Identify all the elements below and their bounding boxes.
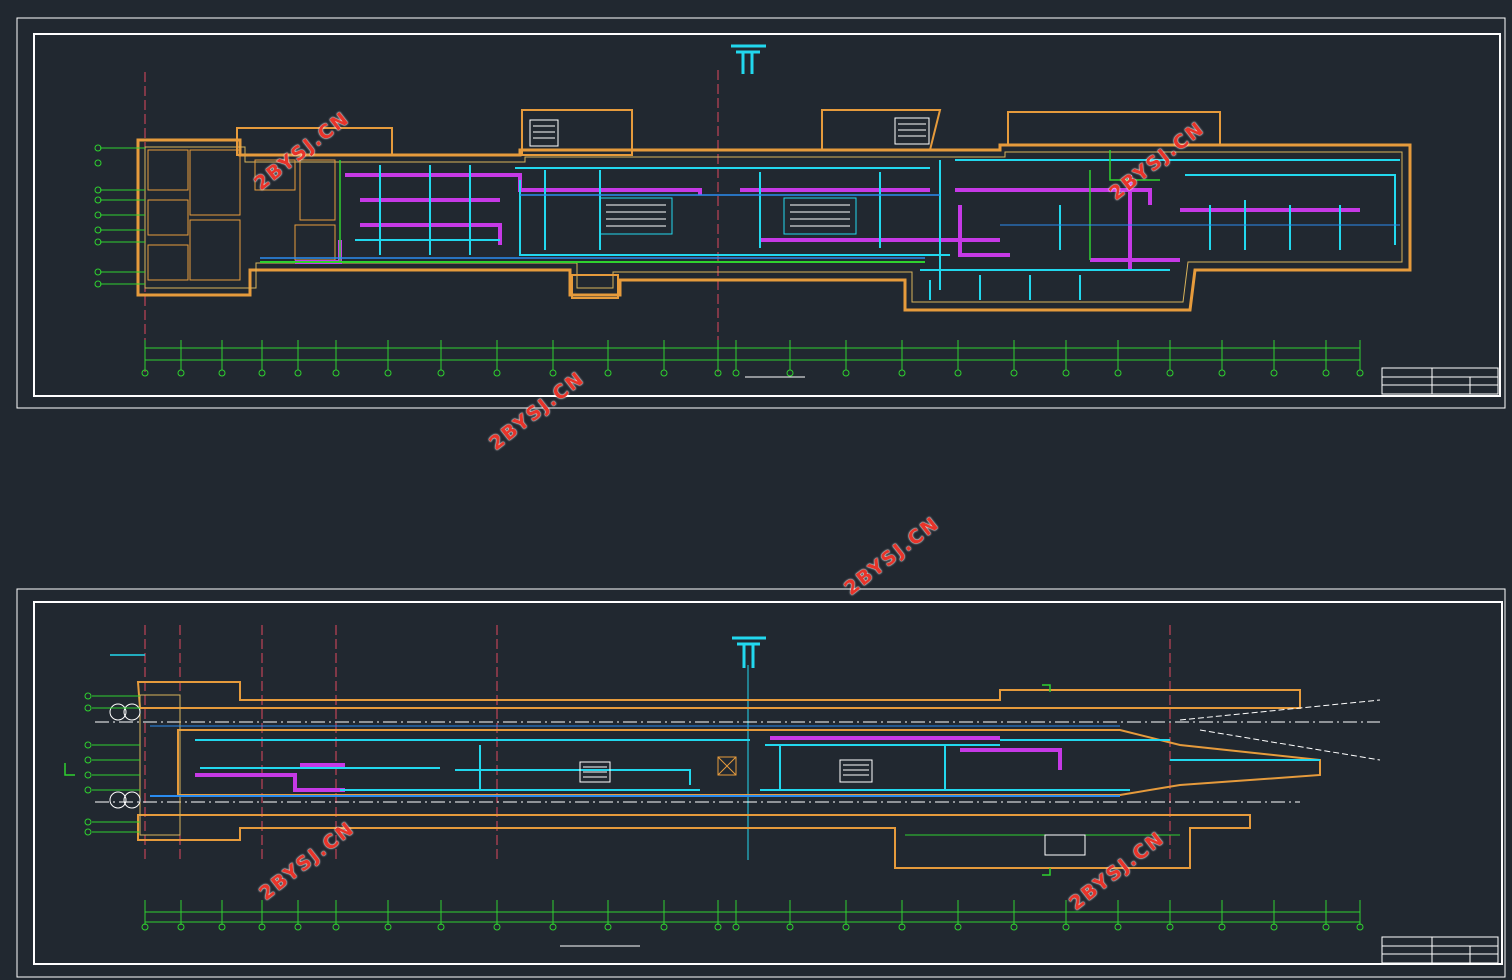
lower-outer-frame — [16, 588, 1506, 978]
axis-bubble — [898, 369, 906, 377]
axis-bubble — [1322, 369, 1330, 377]
axis-bubble — [549, 369, 557, 377]
lower-ducts-cyan — [195, 739, 1320, 791]
lower-north-symbol — [732, 636, 766, 668]
axis-bubble — [604, 369, 612, 377]
axis-bubble — [660, 369, 668, 377]
lower-pipes — [150, 725, 1180, 836]
lower-row-axes — [84, 692, 140, 836]
lower-markers — [64, 654, 1051, 876]
lower-grid-lines — [144, 625, 1171, 860]
axis-bubble — [732, 369, 740, 377]
axis-bubble — [177, 369, 185, 377]
lower-axis-ticks — [141, 900, 1364, 931]
lower-stairs — [579, 756, 1086, 856]
axis-bubble — [1010, 369, 1018, 377]
lower-inner-frame — [33, 601, 1503, 965]
lower-fan-symbols — [109, 703, 141, 809]
axis-bubble — [842, 369, 850, 377]
axis-bubble — [384, 369, 392, 377]
axis-bubble — [1356, 369, 1364, 377]
upper-inner-frame — [33, 33, 1501, 397]
lower-track-lines — [95, 721, 1380, 803]
upper-north-symbol — [731, 44, 766, 74]
axis-bubble — [1062, 369, 1070, 377]
axis-bubble — [1114, 369, 1122, 377]
axis-bubble — [493, 369, 501, 377]
cad-drawing-canvas — [16, 17, 1506, 978]
axis-bubble — [294, 369, 302, 377]
upper-stairs — [529, 117, 930, 235]
axis-bubble — [954, 369, 962, 377]
axis-bubble — [786, 369, 794, 377]
axis-bubble — [332, 369, 340, 377]
upper-title-block — [1381, 367, 1499, 395]
upper-axis-ticks — [141, 340, 1364, 377]
axis-bubble — [1166, 369, 1174, 377]
axis-bubble — [1270, 369, 1278, 377]
lower-sheet — [16, 588, 1506, 978]
lower-station-wall — [136, 681, 1301, 709]
axis-bubble — [218, 369, 226, 377]
upper-dimension-line — [145, 347, 1360, 361]
axis-bubble — [1218, 369, 1226, 377]
upper-sheet — [16, 17, 1506, 409]
lower-title-block — [1381, 936, 1499, 964]
axis-bubble — [437, 369, 445, 377]
axis-bubble — [258, 369, 266, 377]
lower-dimension-line — [145, 911, 1360, 923]
